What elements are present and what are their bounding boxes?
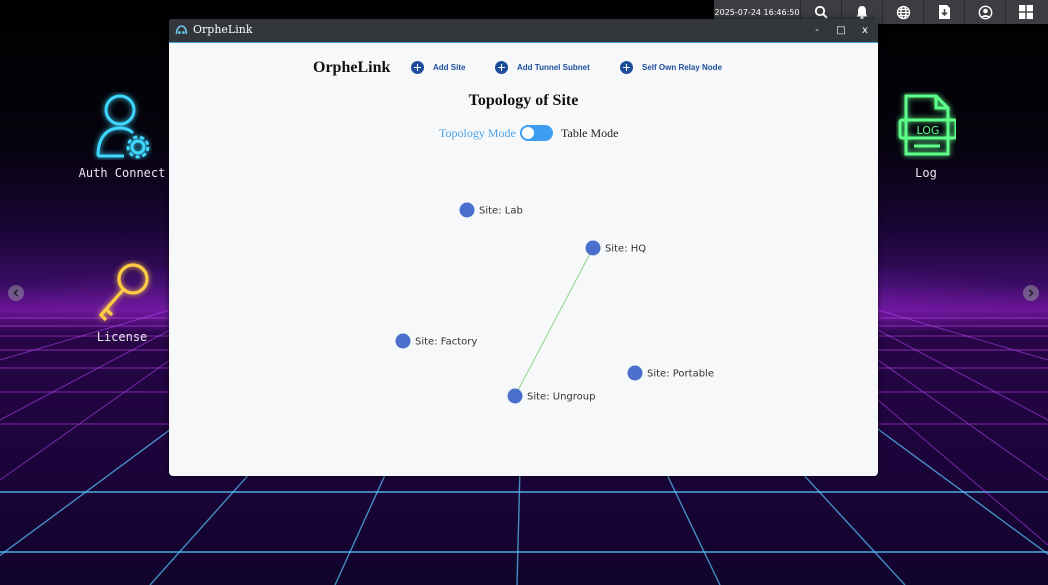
desktop-prev-arrow[interactable] bbox=[8, 285, 24, 301]
site-node-dot bbox=[459, 202, 475, 218]
svg-text:LOG: LOG bbox=[917, 124, 940, 137]
log-file-icon: LOG bbox=[898, 94, 956, 156]
chevron-left-icon bbox=[13, 289, 19, 297]
site-link-hq-ungroup bbox=[514, 247, 594, 397]
site-topology-graph[interactable]: Site: Lab Site: HQ Site: Factory Site: P… bbox=[169, 19, 878, 476]
site-node-dot bbox=[395, 333, 411, 349]
taskbar-language-button[interactable] bbox=[882, 0, 923, 24]
taskbar-download-button[interactable] bbox=[923, 0, 964, 24]
desktop-icon-label: Auth Connect bbox=[78, 166, 166, 180]
key-icon bbox=[98, 263, 149, 322]
site-node-label: Site: HQ bbox=[605, 244, 646, 255]
user-circle-icon bbox=[978, 5, 992, 19]
desktop-icon-log[interactable]: LOG Log bbox=[880, 92, 972, 180]
desktop-icon-auth-connect[interactable]: Auth Connect bbox=[76, 92, 168, 180]
site-node-label: Site: Ungroup bbox=[527, 392, 595, 403]
chevron-right-icon bbox=[1028, 289, 1034, 297]
site-node-lab[interactable]: Site: Lab bbox=[459, 202, 523, 218]
site-node-label: Site: Factory bbox=[415, 337, 477, 348]
desktop-next-arrow[interactable] bbox=[1023, 285, 1039, 301]
windows-grid-icon bbox=[1019, 5, 1033, 19]
orphelink-window: OrpheLink - □ x OrpheLink Add Site Add T… bbox=[169, 19, 878, 476]
globe-icon bbox=[896, 5, 910, 19]
site-node-portable[interactable]: Site: Portable bbox=[627, 365, 714, 381]
desktop-icon-license[interactable]: License bbox=[76, 260, 168, 344]
site-node-dot bbox=[627, 365, 643, 381]
desktop-icon-label: License bbox=[96, 330, 148, 344]
bell-icon bbox=[856, 5, 868, 20]
site-node-dot bbox=[585, 240, 601, 256]
download-icon bbox=[938, 5, 950, 19]
site-node-label: Site: Portable bbox=[647, 369, 714, 380]
site-node-ungroup[interactable]: Site: Ungroup bbox=[507, 388, 596, 404]
site-node-dot bbox=[507, 388, 523, 404]
site-node-hq[interactable]: Site: HQ bbox=[585, 240, 647, 256]
taskbar-clock: 2025-07-24 16:46:50 bbox=[714, 7, 800, 17]
taskbar-user-button[interactable] bbox=[964, 0, 1005, 24]
taskbar-start-button[interactable] bbox=[1005, 0, 1046, 24]
site-node-factory[interactable]: Site: Factory bbox=[395, 333, 478, 349]
site-node-label: Site: Lab bbox=[479, 206, 523, 217]
user-gear-icon bbox=[96, 94, 150, 159]
desktop-icon-label: Log bbox=[915, 166, 937, 180]
desktop: Auth Connect License LOG Log 2025-07-24 … bbox=[0, 0, 1048, 585]
search-icon bbox=[814, 5, 828, 19]
